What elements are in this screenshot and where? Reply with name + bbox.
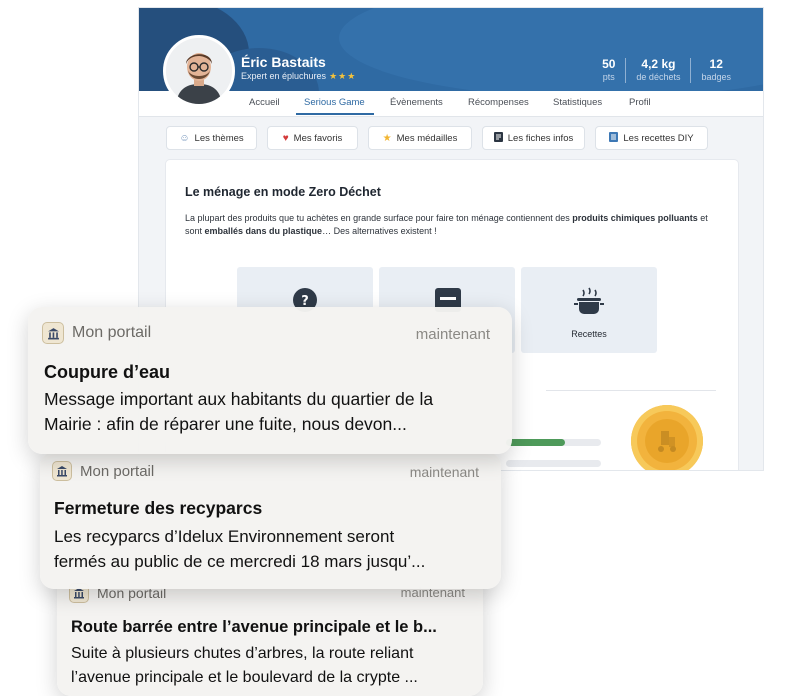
chip-fiches-infos[interactable]: Les fiches infos [482,126,585,150]
notification-body-line: fermés au public de ce mercredi 18 mars … [54,552,426,571]
chip-recettes-diy[interactable]: Les recettes DIY [595,126,708,150]
notification-body: Les recyparcs d’Idelux Environnement ser… [54,524,425,574]
stat-label: badges [701,72,731,82]
notification-app: Mon portail [42,322,151,344]
notification-time: maintenant [415,326,490,343]
smile-icon: ☺ [179,132,190,144]
desc-highlight: emballés dans du plastique [204,226,323,236]
rank-stars-icon: ★★★ [329,71,357,81]
notification-card[interactable]: Mon portail maintenant Fermeture des rec… [40,452,501,589]
progress-bar [506,460,601,467]
medal-icon [631,405,703,470]
notification-body-line: Les recyparcs d’Idelux Environnement ser… [54,527,395,546]
desc-part: … Des alternatives existent ! [322,226,437,236]
user-rank-label: Expert en épluchures [241,71,327,81]
stat-value: 50 [602,57,616,71]
notification-card[interactable]: Mon portail maintenant Coupure d’eau Mes… [28,307,512,454]
stat-label: de déchets [636,72,681,82]
list-icon [609,131,619,145]
active-tab-indicator [296,113,374,115]
chip-label: Mes médailles [396,132,458,144]
notification-title: Fermeture des recyparcs [54,498,263,518]
nav-evenements[interactable]: Évènements [390,97,443,108]
town-hall-icon [52,461,72,481]
stat-badges: 12 badges [690,58,741,83]
nav-profil[interactable]: Profil [629,97,651,108]
notification-body: Message important aux habitants du quart… [44,387,433,437]
notification-app-name: Mon portail [80,462,155,480]
notification-app: Mon portail [52,461,154,481]
chip-medailles[interactable]: ★ Mes médailles [368,126,472,150]
desc-highlight: produits chimiques polluants [572,213,698,223]
nav-accueil[interactable]: Accueil [249,97,280,108]
document-icon [493,131,503,145]
user-stats: 50 pts 4,2 kg de déchets 12 badges [592,58,741,83]
notification-title: Route barrée entre l’avenue principale e… [71,618,437,636]
progress-fill [506,439,565,446]
nav-recompenses[interactable]: Récompenses [468,97,529,108]
nav-statistiques[interactable]: Statistiques [553,97,602,108]
theme-description: La plupart des produits que tu achètes e… [185,212,725,238]
tile-recettes[interactable]: Recettes [521,267,657,353]
progress-bar [506,439,601,446]
stat-value: 12 [709,57,723,71]
notification-title: Coupure d’eau [44,362,171,382]
star-icon: ★ [382,132,392,144]
stat-points: 50 pts [592,58,625,83]
cooking-pot-icon [574,287,604,314]
divider [546,390,716,391]
chip-favoris[interactable]: ♥ Mes favoris [267,126,358,150]
theme-title: Le ménage en mode Zero Déchet [185,185,381,199]
stat-value: 4,2 kg [641,57,676,71]
chip-label: Les fiches infos [507,132,574,144]
user-name: Éric Bastaits [241,54,326,70]
chip-label: Les recettes DIY [623,132,694,144]
vacuum-icon [658,431,676,452]
notification-body-line: Mairie : afin de réparer une fuite, nous… [44,414,407,434]
notification-body: Suite à plusieurs chutes d’arbres, la ro… [71,642,418,690]
user-rank: Expert en épluchures ★★★ [241,71,356,82]
avatar-portrait [166,38,232,104]
chip-label: Mes favoris [293,132,343,144]
notification-body-line: Message important aux habitants du quart… [44,389,434,409]
notification-app-name: Mon portail [72,324,152,341]
notification-body-line: l’avenue principale et le boulevard de l… [71,669,418,686]
stat-label: pts [602,72,615,82]
tile-label: Recettes [571,329,607,339]
town-hall-icon [42,322,64,344]
chip-label: Les thèmes [194,132,244,144]
desc-part: La plupart des produits que tu achètes e… [185,213,573,223]
main-nav: Accueil Serious Game Évènements Récompen… [139,91,763,117]
nav-serious-game[interactable]: Serious Game [304,97,365,108]
avatar[interactable] [163,35,235,107]
notification-time: maintenant [409,464,479,480]
stat-waste: 4,2 kg de déchets [625,58,690,83]
notification-body-line: Suite à plusieurs chutes d’arbres, la ro… [71,645,414,662]
heart-icon: ♥ [282,132,289,144]
chip-themes[interactable]: ☺ Les thèmes [166,126,257,150]
